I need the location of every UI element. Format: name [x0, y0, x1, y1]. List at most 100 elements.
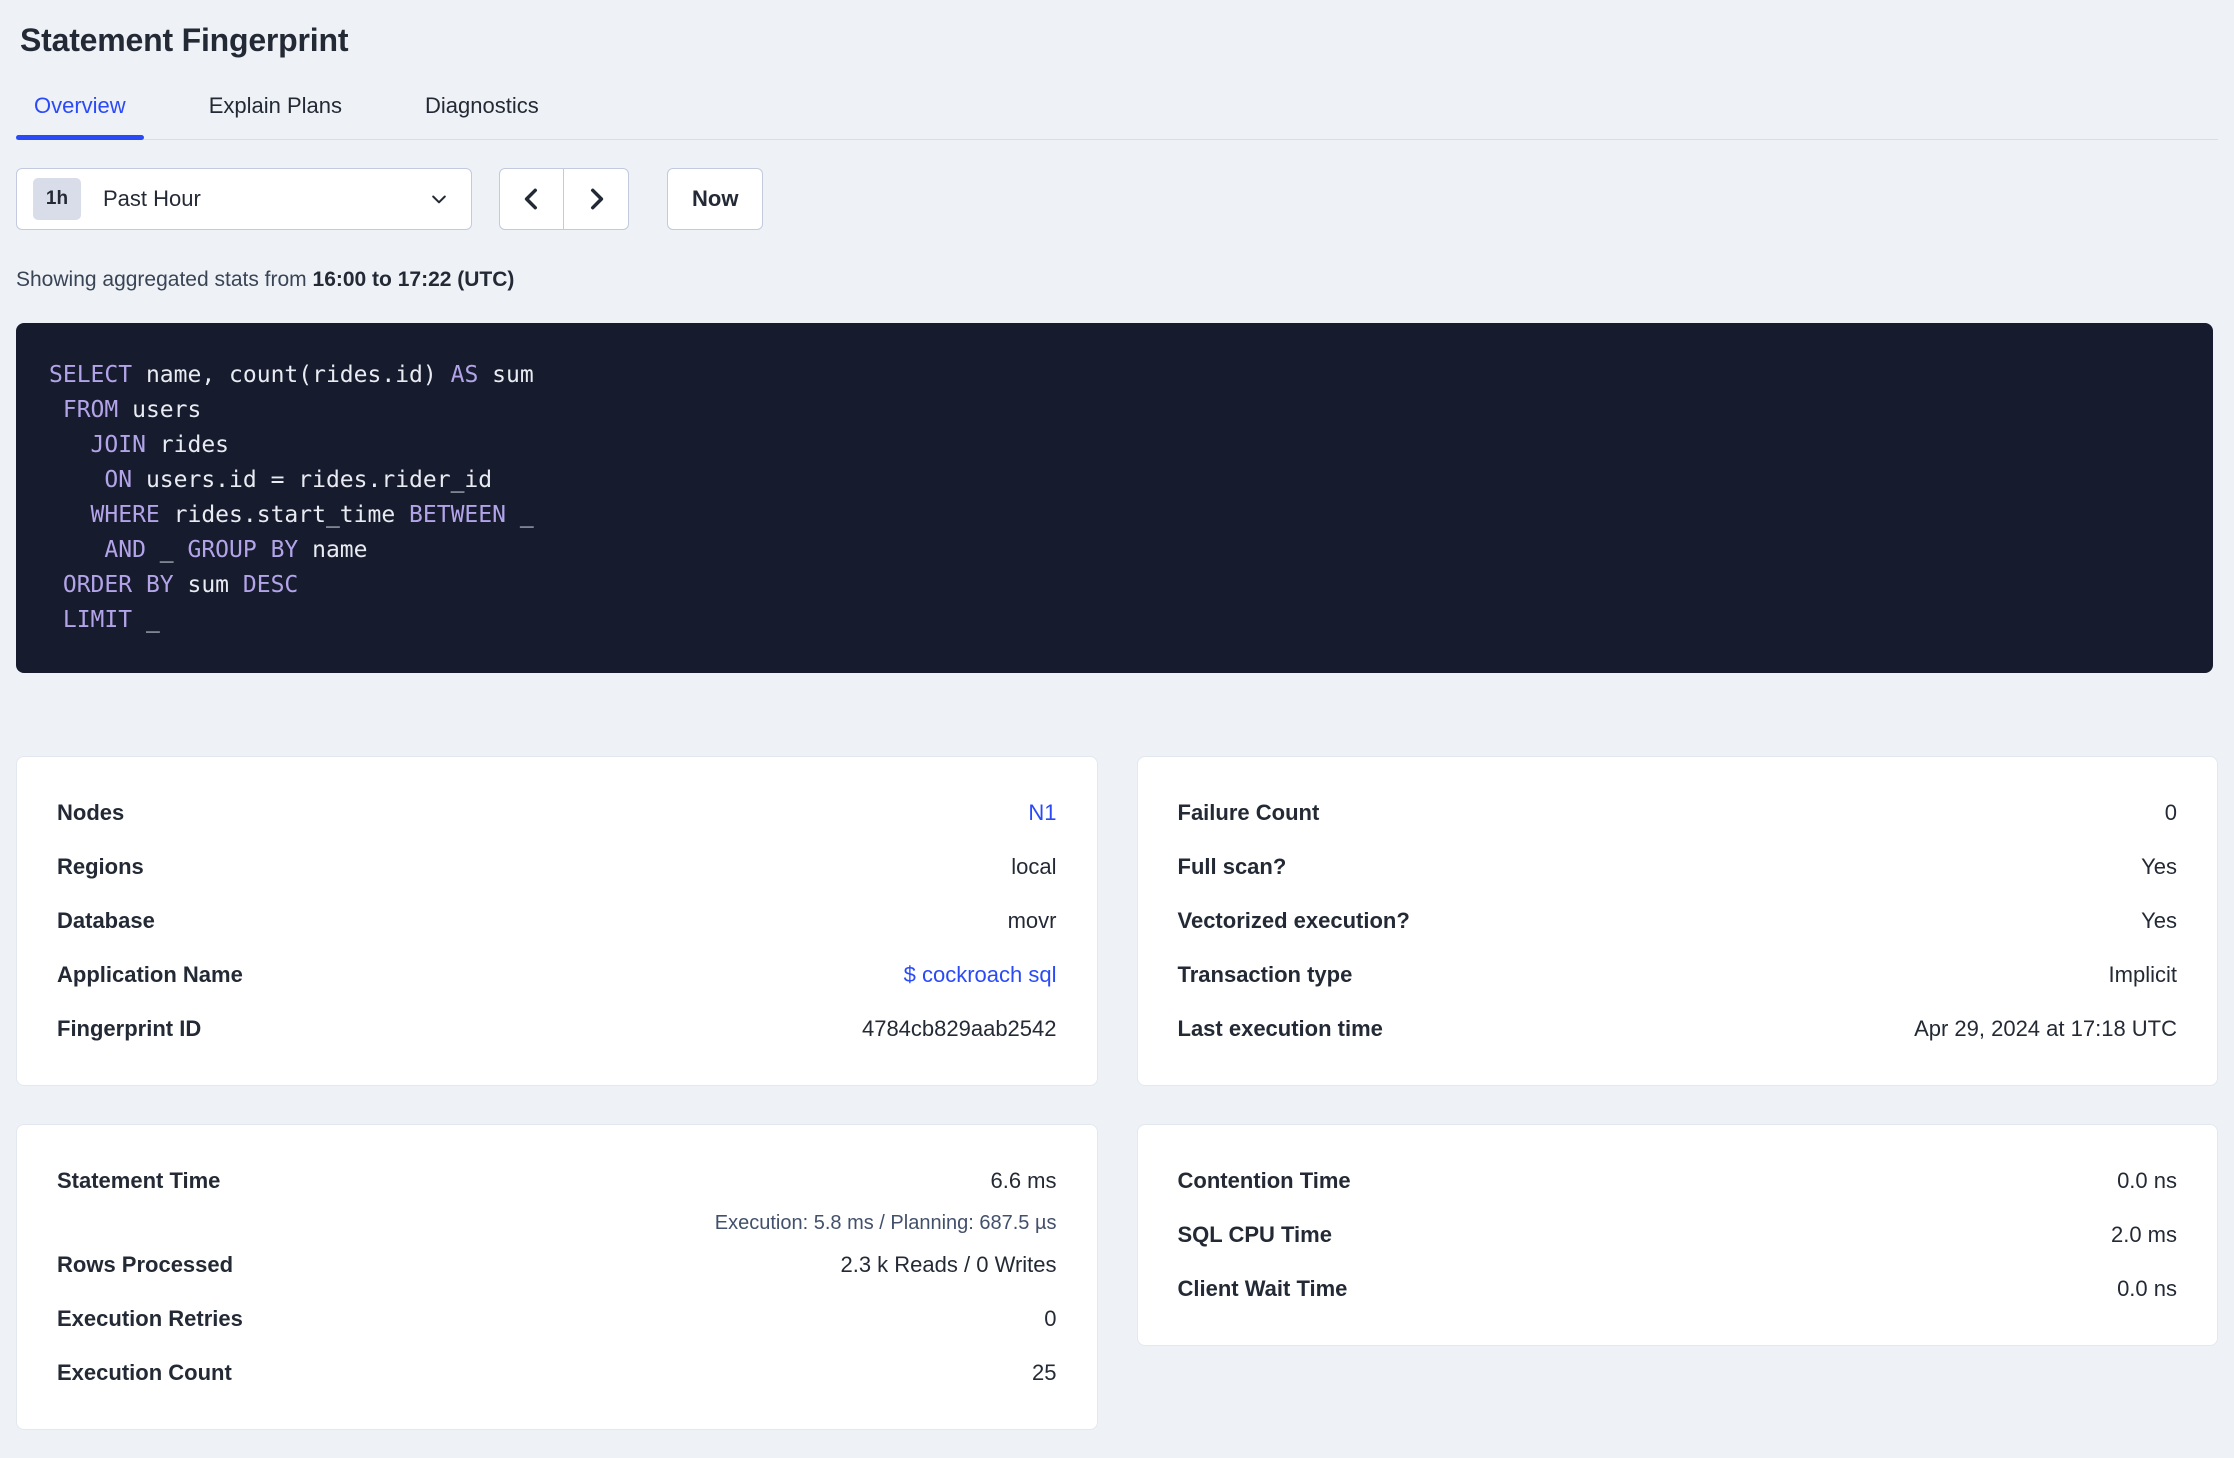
sql-keyword: ORDER BY	[62, 572, 174, 598]
tab-bar: Overview Explain Plans Diagnostics	[16, 93, 2218, 140]
sql-text: name, count(rides.id)	[132, 362, 451, 388]
table-row-failure-count: Failure Count 0	[1178, 786, 2178, 840]
tab-label: Overview	[34, 93, 126, 118]
row-value: 25	[1032, 1360, 1057, 1385]
sql-keyword: JOIN	[90, 432, 146, 458]
table-row-sql-cpu-time: SQL CPU Time 2.0 ms	[1178, 1208, 2178, 1262]
stats-summary-prefix: Showing aggregated stats from	[16, 268, 313, 291]
sql-text: name	[298, 537, 368, 563]
row-value: local	[1011, 854, 1057, 879]
tab-overview[interactable]: Overview	[16, 93, 144, 140]
sql-line: FROM users	[49, 393, 2180, 428]
application-name-link[interactable]: $ cockroach sql	[904, 962, 1057, 988]
chevron-left-icon	[519, 186, 545, 212]
table-row-client-wait-time: Client Wait Time 0.0 ns	[1178, 1262, 2178, 1316]
row-value: 0	[2164, 800, 2177, 825]
sql-line: SELECT name, count(rides.id) AS sum	[49, 358, 2180, 393]
sql-line: AND _ GROUP BY name	[49, 533, 2180, 568]
sql-line: ON users.id = rides.rider_id	[49, 463, 2180, 498]
tab-explain-plans[interactable]: Explain Plans	[191, 93, 360, 139]
sql-keyword: WHERE	[90, 502, 160, 528]
card-execution-attributes: Failure Count 0 Full scan? Yes Vectorized ex…	[1136, 756, 2218, 1086]
row-value: 6.6 ms Execution: 5.8 ms / Planning: 687.…	[715, 1154, 1057, 1238]
row-label: Full scan?	[1177, 854, 1287, 879]
row-value: 0	[1044, 1306, 1057, 1331]
stats-summary-range: 16:00 to 17:22 (UTC)	[312, 268, 515, 291]
sql-keyword: LIMIT	[62, 607, 133, 633]
row-label: Database	[57, 908, 155, 933]
row-value: Implicit	[2108, 962, 2177, 987]
statement-fingerprint-page: Statement Fingerprint Overview Explain Pl…	[0, 0, 2234, 1458]
row-value: Apr 29, 2024 at 17:18 UTC	[1914, 1016, 2177, 1041]
sql-line: LIMIT _	[49, 603, 2180, 638]
sql-keyword: SELECT	[49, 362, 133, 388]
tab-label: Explain Plans	[208, 93, 342, 118]
row-label: Vectorized execution?	[1177, 908, 1410, 933]
row-value: Yes	[2141, 854, 2177, 879]
table-row-execution-count: Execution Count 25	[57, 1346, 1057, 1400]
sql-text: _	[505, 502, 534, 528]
row-label: Last execution time	[1177, 1016, 1383, 1041]
previous-time-button[interactable]	[500, 169, 564, 229]
table-row-vectorized-execution: Vectorized execution? Yes	[1178, 894, 2178, 948]
sql-keyword: GROUP BY	[187, 537, 299, 563]
tab-diagnostics[interactable]: Diagnostics	[407, 93, 557, 139]
sql-line: WHERE rides.start_time BETWEEN _	[49, 498, 2180, 533]
nodes-link[interactable]: N1	[1028, 800, 1056, 826]
table-row-rows-processed: Rows Processed 2.3 k Reads / 0 Writes	[57, 1238, 1057, 1292]
row-label: Nodes	[57, 800, 125, 825]
table-row-full-scan: Full scan? Yes	[1178, 840, 2178, 894]
row-value: 0.0 ns	[2117, 1276, 2177, 1301]
summary-cards-grid: Nodes N1 Regions local Database movr Applicati…	[16, 756, 2218, 1430]
sql-text: rides.start_time	[159, 502, 410, 528]
sql-text: users.id = rides.rider_id	[132, 467, 493, 493]
row-label: Execution Retries	[57, 1306, 243, 1331]
table-row-statement-time: Statement Time 6.6 ms Execution: 5.8 ms / …	[57, 1154, 1057, 1238]
duration-badge: 1h	[33, 178, 81, 220]
row-label: Regions	[57, 854, 144, 879]
row-label: Failure Count	[1177, 800, 1320, 825]
row-value: Yes	[2141, 908, 2177, 933]
table-row-fingerprint-id: Fingerprint ID 4784cb829aab2542	[57, 1002, 1057, 1056]
chevron-down-icon	[429, 189, 449, 209]
table-row-transaction-type: Transaction type Implicit	[1178, 948, 2178, 1002]
table-row-contention-time: Contention Time 0.0 ns	[1178, 1154, 2178, 1208]
sql-keyword: AS	[450, 362, 479, 388]
aggregated-stats-summary: Showing aggregated stats from 16:00 to 1…	[16, 268, 2218, 292]
table-row-application-name: Application Name $ cockroach sql	[57, 948, 1057, 1002]
row-value: 0.0 ns	[2117, 1168, 2177, 1193]
now-button[interactable]: Now	[667, 168, 764, 230]
row-subvalue: Execution: 5.8 ms / Planning: 687.5 µs	[714, 1212, 1057, 1234]
table-row-last-execution-time: Last execution time Apr 29, 2024 at 17:18…	[1178, 1002, 2178, 1056]
time-range-dropdown[interactable]: 1h Past Hour	[16, 168, 472, 230]
row-label: Rows Processed	[57, 1252, 234, 1277]
sql-text: sum	[478, 362, 534, 388]
sql-line: ORDER BY sum DESC	[49, 568, 2180, 603]
sql-keyword: FROM	[62, 397, 119, 423]
card-statement-details: Nodes N1 Regions local Database movr Applicati…	[16, 756, 1098, 1086]
row-label: SQL CPU Time	[1177, 1222, 1332, 1247]
row-label: Transaction type	[1177, 962, 1353, 987]
table-row-execution-retries: Execution Retries 0	[57, 1292, 1057, 1346]
time-controls: 1h Past Hour Now	[16, 168, 2218, 230]
sql-statement-block: SELECT name, count(rides.id) AS sum FROM…	[16, 323, 2213, 673]
sql-keyword: DESC	[242, 572, 299, 598]
sql-keyword: AND	[104, 537, 146, 563]
row-value: 2.0 ms	[2110, 1222, 2177, 1247]
sql-text: rides	[145, 432, 230, 458]
sql-keyword: ON	[104, 467, 133, 493]
next-time-button[interactable]	[564, 169, 628, 229]
sql-text: _	[145, 537, 188, 563]
row-value: 6.6 ms	[990, 1168, 1057, 1193]
row-label: Contention Time	[1177, 1168, 1351, 1193]
sql-keyword: BETWEEN	[409, 502, 506, 528]
row-label: Client Wait Time	[1177, 1276, 1348, 1301]
tab-label: Diagnostics	[425, 93, 539, 118]
